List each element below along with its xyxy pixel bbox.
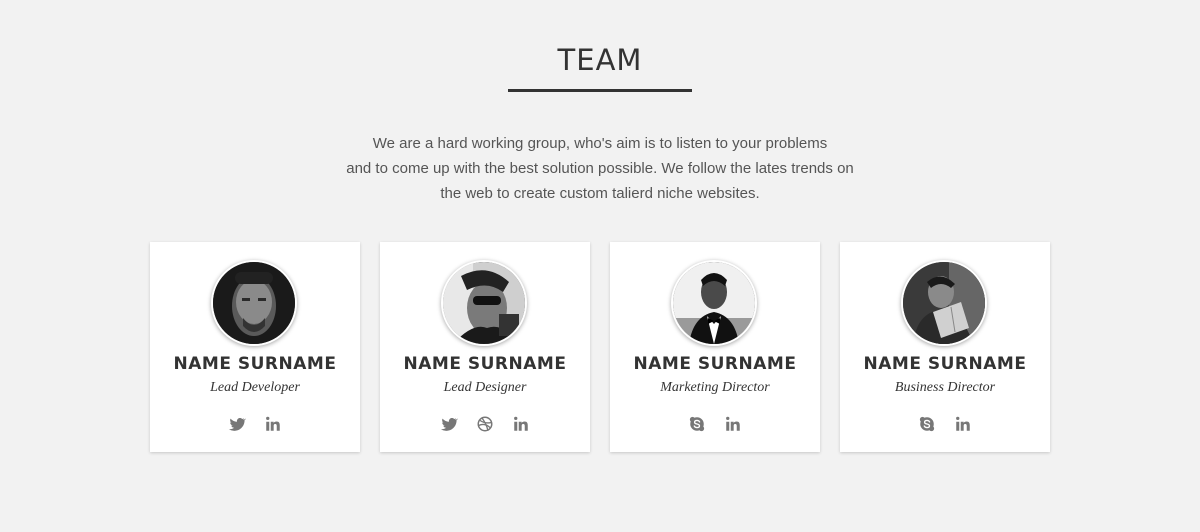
social-links <box>150 414 360 434</box>
avatar <box>211 260 297 346</box>
team-section: TEAM We are a hard working group, who's … <box>0 0 1200 532</box>
member-role: Lead Developer <box>210 380 300 395</box>
title-underline <box>508 89 692 92</box>
team-card: NAME SURNAME Lead Designer <box>380 242 590 452</box>
section-intro: We are a hard working group, who's aim i… <box>300 131 900 206</box>
skype-icon[interactable] <box>688 415 706 433</box>
member-name: NAME SURNAME <box>173 354 337 374</box>
linkedin-icon[interactable] <box>512 415 530 433</box>
team-card: NAME SURNAME Lead Developer <box>150 242 360 452</box>
linkedin-icon[interactable] <box>954 415 972 433</box>
team-cards: NAME SURNAME Lead Developer NAME SURNAME… <box>150 242 1050 452</box>
member-name: NAME SURNAME <box>633 354 797 374</box>
twitter-icon[interactable] <box>228 415 246 433</box>
avatar <box>441 260 527 346</box>
team-card: NAME SURNAME Business Director <box>840 242 1050 452</box>
social-links <box>840 414 1050 434</box>
linkedin-icon[interactable] <box>264 415 282 433</box>
skype-icon[interactable] <box>918 415 936 433</box>
avatar <box>901 260 987 346</box>
twitter-icon[interactable] <box>440 415 458 433</box>
intro-line: and to come up with the best solution po… <box>346 160 854 177</box>
intro-line: the web to create custom talierd niche w… <box>440 185 760 202</box>
member-name: NAME SURNAME <box>403 354 567 374</box>
member-name: NAME SURNAME <box>863 354 1027 374</box>
team-card: NAME SURNAME Marketing Director <box>610 242 820 452</box>
member-role: Lead Designer <box>443 380 527 395</box>
member-role: Business Director <box>894 380 996 395</box>
avatar <box>671 260 757 346</box>
social-links <box>380 414 590 434</box>
section-title: TEAM <box>557 43 643 77</box>
intro-line: We are a hard working group, who's aim i… <box>372 135 828 152</box>
dribbble-icon[interactable] <box>476 415 494 433</box>
linkedin-icon[interactable] <box>724 415 742 433</box>
member-role: Marketing Director <box>660 380 770 395</box>
social-links <box>610 414 820 434</box>
